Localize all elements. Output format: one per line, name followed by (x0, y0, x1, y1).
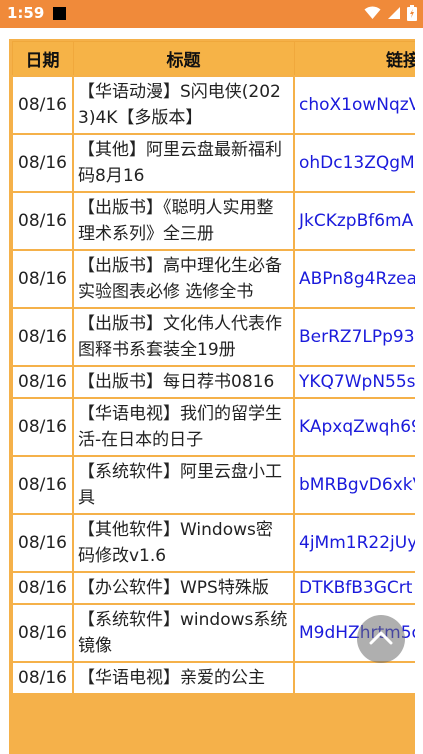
battery-icon (407, 5, 417, 21)
row-link[interactable]: YKQ7WpN55sW (293, 365, 415, 399)
status-time: 1:59 (7, 4, 45, 22)
table-row: 08/16 【出版书】每日荐书0816 YKQ7WpN55sW (11, 365, 415, 399)
wifi-icon (364, 6, 381, 20)
row-date: 08/16 (11, 455, 74, 515)
row-link[interactable]: ABPn8g4Rzea (293, 249, 415, 309)
row-title: 【出版书】高中理化生必备实验图表必修 选修全书 (72, 249, 295, 309)
row-link[interactable]: KApxqZwqh69 (293, 397, 415, 457)
table-row: 08/16 【华语电视】亲爱的公主 (11, 661, 415, 695)
row-link[interactable] (293, 661, 415, 695)
row-link[interactable]: choX1owNqzV (293, 75, 415, 135)
row-title: 【出版书】每日荐书0816 (72, 365, 295, 399)
row-date: 08/16 (11, 661, 74, 695)
row-date: 08/16 (11, 249, 74, 309)
status-icons (364, 5, 417, 21)
row-title: 【其他软件】Windows密码修改v1.6 (72, 513, 295, 573)
row-link[interactable]: DTKBfB3GCrt (293, 571, 415, 605)
table-row: 08/16 【出版书】《聪明人实用整理术系列》全三册 JkCKzpBf6mA (11, 191, 415, 251)
table-row: 08/16 【其他】阿里云盘最新福利码8月16 ohDc13ZQgMF (11, 133, 415, 193)
row-link[interactable]: JkCKzpBf6mA (293, 191, 415, 251)
row-link[interactable]: 4jMm1R22jUy (293, 513, 415, 573)
table-row: 08/16 【华语电视】我们的留学生活-在日本的日子 KApxqZwqh69 (11, 397, 415, 457)
row-date: 08/16 (11, 191, 74, 251)
scroll-to-top-button[interactable] (357, 615, 405, 663)
row-title: 【出版书】《聪明人实用整理术系列》全三册 (72, 191, 295, 251)
row-date: 08/16 (11, 571, 74, 605)
row-title: 【其他】阿里云盘最新福利码8月16 (72, 133, 295, 193)
row-title: 【华语电视】亲爱的公主 (72, 661, 295, 695)
resource-table: 日期 标题 链接 08/16 【华语动漫】S闪电侠(2023)4K【多版本】 c… (9, 39, 415, 754)
row-link[interactable]: BerRZ7LPp93 (293, 307, 415, 367)
row-title: 【华语动漫】S闪电侠(2023)4K【多版本】 (72, 75, 295, 135)
row-date: 08/16 (11, 75, 74, 135)
table-row: 08/16 【出版书】高中理化生必备实验图表必修 选修全书 ABPn8g4Rze… (11, 249, 415, 309)
row-link[interactable]: bMRBgvD6xkV (293, 455, 415, 515)
header-date: 日期 (11, 41, 74, 77)
row-title: 【出版书】文化伟人代表作图释书系套装全19册 (72, 307, 295, 367)
table-row: 08/16 【出版书】文化伟人代表作图释书系套装全19册 BerRZ7LPp93 (11, 307, 415, 367)
row-date: 08/16 (11, 513, 74, 573)
row-title: 【华语电视】我们的留学生活-在日本的日子 (72, 397, 295, 457)
row-date: 08/16 (11, 397, 74, 457)
table-row: 08/16 【华语动漫】S闪电侠(2023)4K【多版本】 choX1owNqz… (11, 75, 415, 135)
row-title: 【办公软件】WPS特殊版 (72, 571, 295, 605)
status-bar: 1:59 (0, 0, 423, 28)
table-row: 08/16 【办公软件】WPS特殊版 DTKBfB3GCrt (11, 571, 415, 605)
row-date: 08/16 (11, 133, 74, 193)
row-date: 08/16 (11, 365, 74, 399)
row-link[interactable]: ohDc13ZQgMF (293, 133, 415, 193)
table-row: 08/16 【系统软件】windows系统镜像 M9dHZhrtm5o (11, 603, 415, 663)
table-row: 08/16 【其他软件】Windows密码修改v1.6 4jMm1R22jUy (11, 513, 415, 573)
table-row: 08/16 【系统软件】阿里云盘小工具 bMRBgvD6xkV (11, 455, 415, 515)
row-title: 【系统软件】阿里云盘小工具 (72, 455, 295, 515)
header-link: 链接 (293, 41, 415, 77)
row-title: 【系统软件】windows系统镜像 (72, 603, 295, 663)
chevron-up-icon (369, 630, 393, 649)
header-title: 标题 (72, 41, 295, 77)
table-header-row: 日期 标题 链接 (11, 41, 415, 77)
row-date: 08/16 (11, 603, 74, 663)
notification-icon (53, 7, 66, 20)
row-date: 08/16 (11, 307, 74, 367)
signal-icon (387, 6, 401, 20)
